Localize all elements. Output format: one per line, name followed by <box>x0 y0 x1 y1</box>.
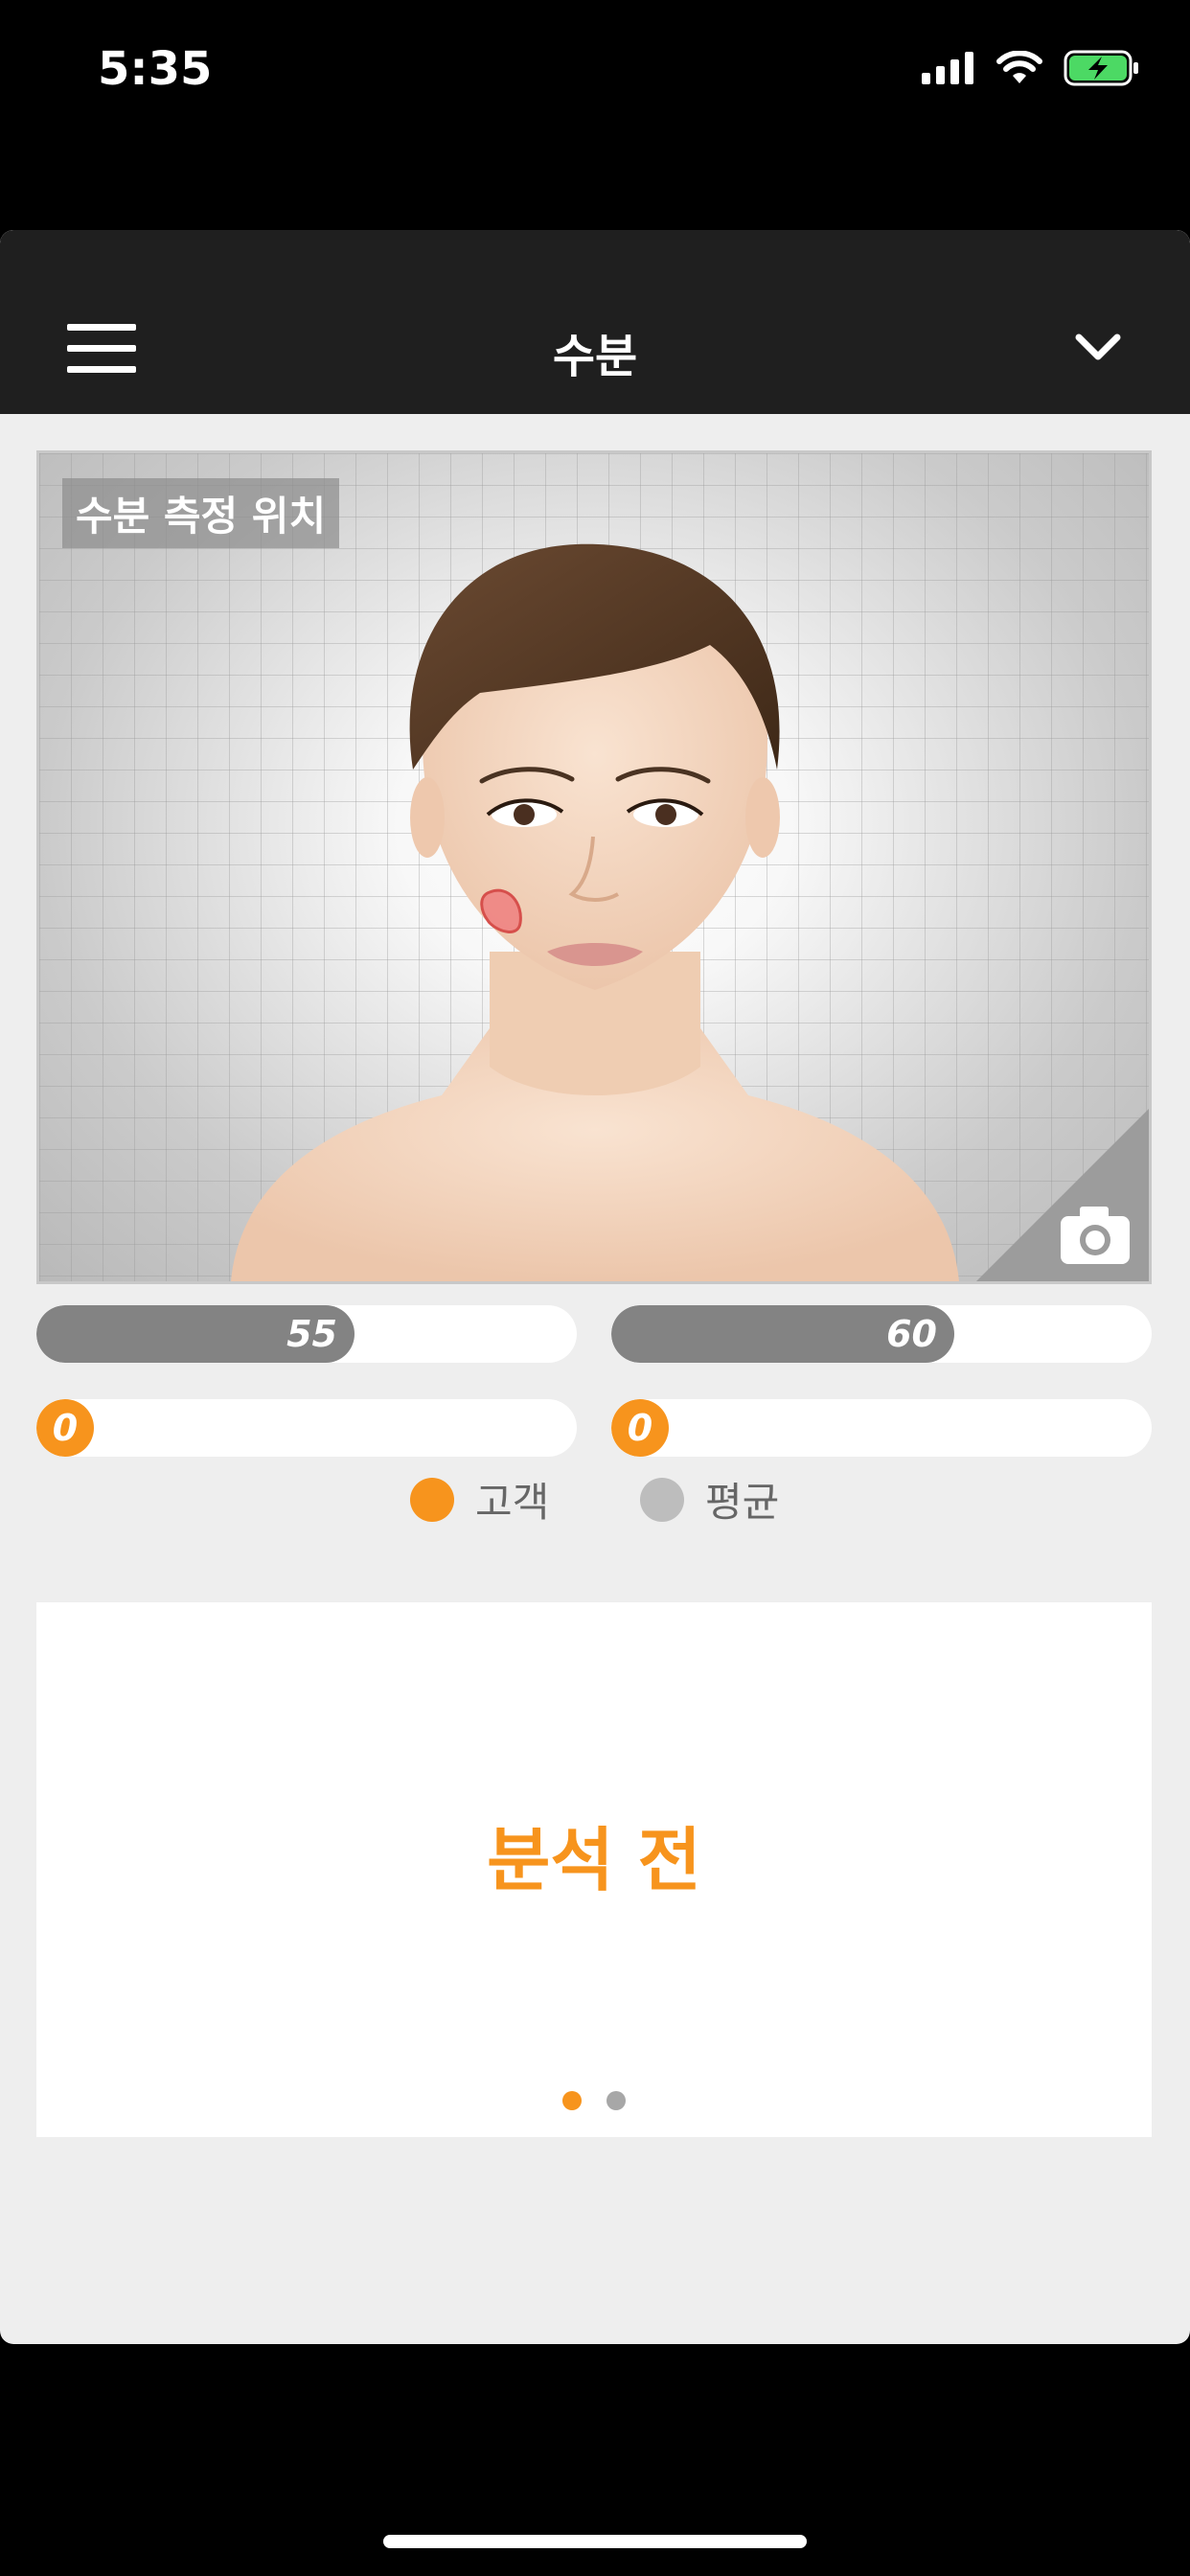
right-average-bar-fill: 60 <box>611 1305 954 1363</box>
measurement-location-label: 수분 측정 위치 <box>62 478 340 548</box>
page-title: 수분 <box>552 330 638 383</box>
analysis-status-text: 분석 전 <box>487 1820 701 1900</box>
battery-charging-icon <box>1064 50 1138 86</box>
left-average-bar-track: 55 <box>36 1305 577 1363</box>
left-customer-bar-fill: 0 <box>36 1399 94 1457</box>
status-bar: 5:35 <box>0 0 1190 144</box>
chevron-down-icon[interactable] <box>1073 328 1123 366</box>
page-indicator <box>36 2091 1152 2110</box>
camera-button[interactable] <box>976 1109 1149 1281</box>
right-average-bar-track: 60 <box>611 1305 1152 1363</box>
legend-item-customer: 고객 <box>410 1470 549 1529</box>
top-navigation-bar: 수분 <box>0 230 1190 414</box>
average-color-dot <box>640 1477 684 1522</box>
face-measurement-panel: 수분 측정 위치 <box>36 450 1152 1284</box>
wifi-icon <box>996 51 1042 83</box>
legend-label-average: 평균 <box>705 1479 780 1526</box>
left-average-bar-fill: 55 <box>36 1305 355 1363</box>
legend-item-average: 평균 <box>640 1470 779 1529</box>
page-dot-2[interactable] <box>606 2091 626 2110</box>
status-time: 5:35 <box>98 42 213 96</box>
status-icons <box>922 50 1140 86</box>
cellular-signal-icon <box>922 52 973 84</box>
left-customer-bar-track: 0 <box>36 1399 577 1457</box>
home-indicator <box>383 2535 807 2548</box>
customer-color-dot <box>410 1477 454 1522</box>
legend-label-customer: 고객 <box>475 1479 550 1526</box>
right-customer-bar-track: 0 <box>611 1399 1152 1457</box>
right-customer-bar-fill: 0 <box>611 1399 669 1457</box>
app-card: 수분 수분 측정 위치 55 60 0 0 고객 평균 분석 전 <box>0 230 1190 2344</box>
analysis-result-panel[interactable]: 분석 전 <box>36 1602 1152 2137</box>
page-dot-1[interactable] <box>562 2091 582 2110</box>
legend: 고객 평균 <box>0 1470 1190 1528</box>
